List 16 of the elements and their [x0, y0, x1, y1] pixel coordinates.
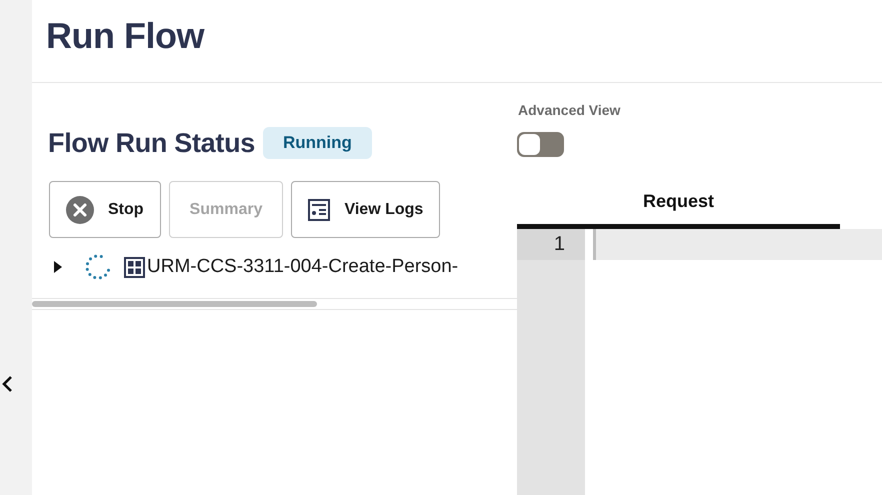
tree-node-label[interactable]: URM-CCS-3311-004-Create-Person-: [147, 253, 458, 282]
collapse-chevron-icon[interactable]: [1, 375, 13, 393]
page-title: Run Flow: [46, 14, 206, 58]
stop-button[interactable]: Stop: [49, 181, 161, 238]
section-heading: Flow Run Status: [48, 127, 255, 160]
caret-icon[interactable]: [52, 261, 64, 274]
status-badge: Running: [263, 127, 372, 159]
spinner-icon: [84, 253, 112, 282]
line-number: 1: [517, 229, 585, 260]
grid-icon: [124, 256, 145, 278]
close-icon: [66, 196, 94, 224]
scrollbar-thumb[interactable]: [32, 301, 317, 308]
toggle-label: Advanced View: [518, 101, 622, 120]
log-list-icon: [308, 198, 330, 221]
view-logs-button[interactable]: View Logs: [291, 181, 440, 238]
advanced-view-toggle[interactable]: [517, 132, 564, 157]
